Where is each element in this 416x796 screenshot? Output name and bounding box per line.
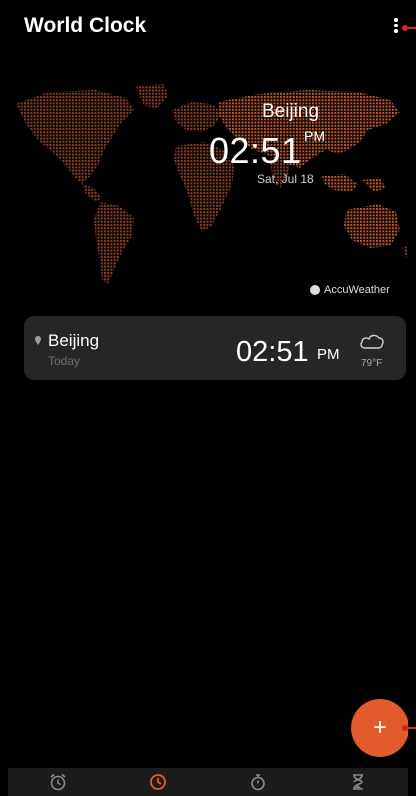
hourglass-icon (353, 774, 363, 790)
annotation-line (406, 27, 416, 29)
city-card-ampm: PM (317, 346, 340, 363)
page-title: World Clock (24, 14, 147, 37)
accuweather-attribution[interactable]: AccuWeather (310, 284, 390, 296)
alarm-clock-icon (50, 773, 66, 791)
tab-alarm[interactable] (8, 768, 108, 796)
accuweather-icon (310, 285, 320, 295)
city-card-time: 02:51 (236, 336, 309, 368)
tab-stopwatch[interactable] (208, 768, 308, 796)
tab-world-clock[interactable] (108, 768, 208, 796)
main-city-name: Beijing (262, 101, 320, 122)
cloud-icon (360, 334, 384, 349)
city-card-name: Beijing (48, 331, 100, 350)
bottom-tab-bar (8, 768, 408, 796)
clock-icon (150, 774, 166, 790)
app-header: World Clock (8, 0, 408, 56)
main-city-ampm: PM (304, 128, 325, 144)
accuweather-label: AccuWeather (324, 284, 390, 296)
world-map-dots (16, 84, 408, 284)
world-map (8, 80, 408, 305)
main-city-time: 02:51 (209, 130, 302, 171)
city-card-day: Today (48, 354, 81, 368)
tab-timer[interactable] (308, 768, 408, 796)
location-pin-icon (35, 336, 41, 345)
more-options-icon[interactable] (390, 16, 402, 38)
stopwatch-icon (251, 774, 265, 791)
world-clock-screen: World Clock Beijing 02:51 PM Sat, Jul 18… (8, 0, 408, 796)
city-card-temperature: 79°F (361, 358, 383, 369)
annotation-line (406, 727, 416, 729)
add-city-button[interactable]: + (351, 699, 408, 757)
city-card-beijing[interactable]: Beijing Today 02:51 PM 79°F (24, 316, 406, 380)
main-city-date: Sat, Jul 18 (257, 172, 314, 186)
add-icon: + (372, 714, 387, 741)
